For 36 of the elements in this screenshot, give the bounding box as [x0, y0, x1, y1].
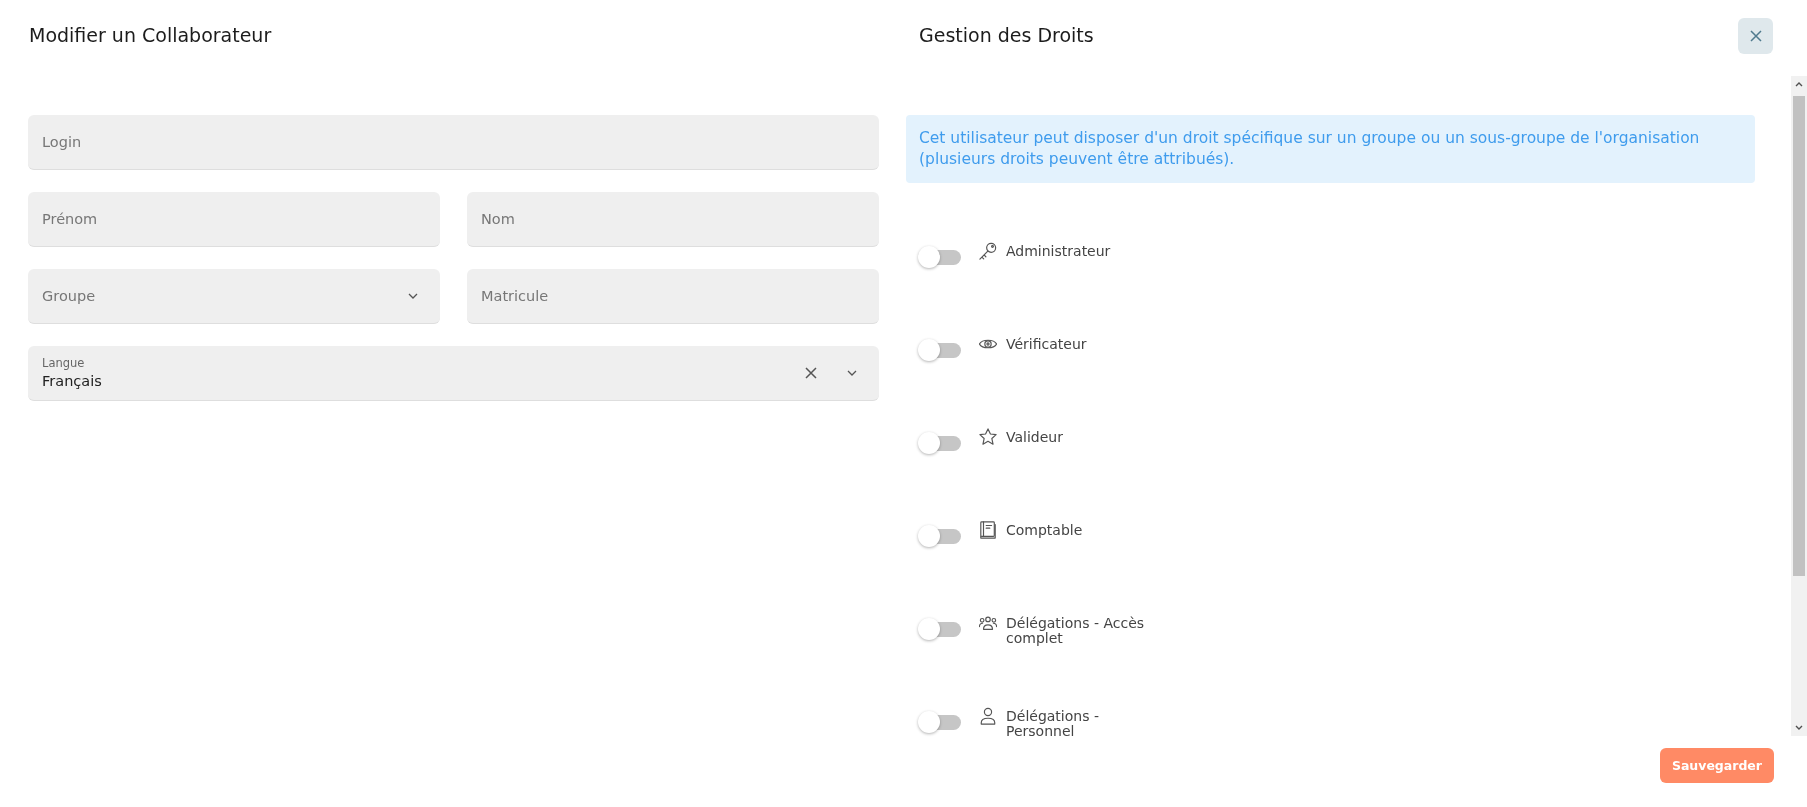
person-icon — [979, 707, 997, 725]
group-icon — [979, 614, 997, 632]
close-icon — [1749, 30, 1762, 42]
toggle-switch[interactable] — [918, 618, 962, 640]
close-button[interactable] — [1738, 18, 1773, 54]
dropdown-field[interactable]: Langue Français — [28, 346, 879, 401]
caret-up-icon[interactable] — [1795, 82, 1803, 87]
star-icon — [979, 428, 997, 446]
clear-icon[interactable] — [805, 367, 817, 379]
toggle-switch[interactable] — [918, 432, 962, 454]
toggle-switch[interactable] — [918, 525, 962, 547]
toggle-switch[interactable] — [918, 339, 962, 361]
dropdown-field[interactable]: Groupe — [28, 269, 440, 324]
right-label: Délégations - Personnel — [1006, 707, 1100, 739]
scrollbar-thumb[interactable] — [1793, 96, 1805, 576]
right-label: Valideur — [1006, 428, 1064, 445]
input-field[interactable]: Nom — [467, 192, 879, 247]
book-icon — [979, 521, 997, 539]
form-title: Modifier un Collaborateur — [29, 24, 272, 46]
toggle-switch[interactable] — [918, 711, 962, 733]
scrollbar[interactable] — [1791, 76, 1807, 736]
right-label: Vérificateur — [1006, 335, 1088, 352]
panel-title: Gestion des Droits — [919, 24, 1094, 46]
caret-down-icon[interactable] — [1795, 725, 1803, 730]
key-icon — [979, 242, 997, 260]
input-field[interactable]: Matricule — [467, 269, 879, 324]
right-label: Comptable — [1006, 521, 1084, 538]
toggle-switch[interactable] — [918, 246, 962, 268]
chevron-down-icon[interactable] — [847, 370, 857, 376]
right-label: Administrateur — [1006, 242, 1112, 259]
input-field[interactable]: Prénom — [28, 192, 440, 247]
input-field[interactable]: Login — [28, 115, 879, 170]
chevron-down-icon[interactable] — [408, 293, 418, 299]
save-button[interactable]: Sauvegarder — [1659, 748, 1774, 783]
right-label: Délégations - Accès complet — [1006, 614, 1146, 646]
info-message: Cet utilisateur peut disposer d'un droit spécifique sur un groupe ou un sous-groupe de l'organisation (plusieurs droits peuvent être attribués). — [906, 115, 1755, 183]
